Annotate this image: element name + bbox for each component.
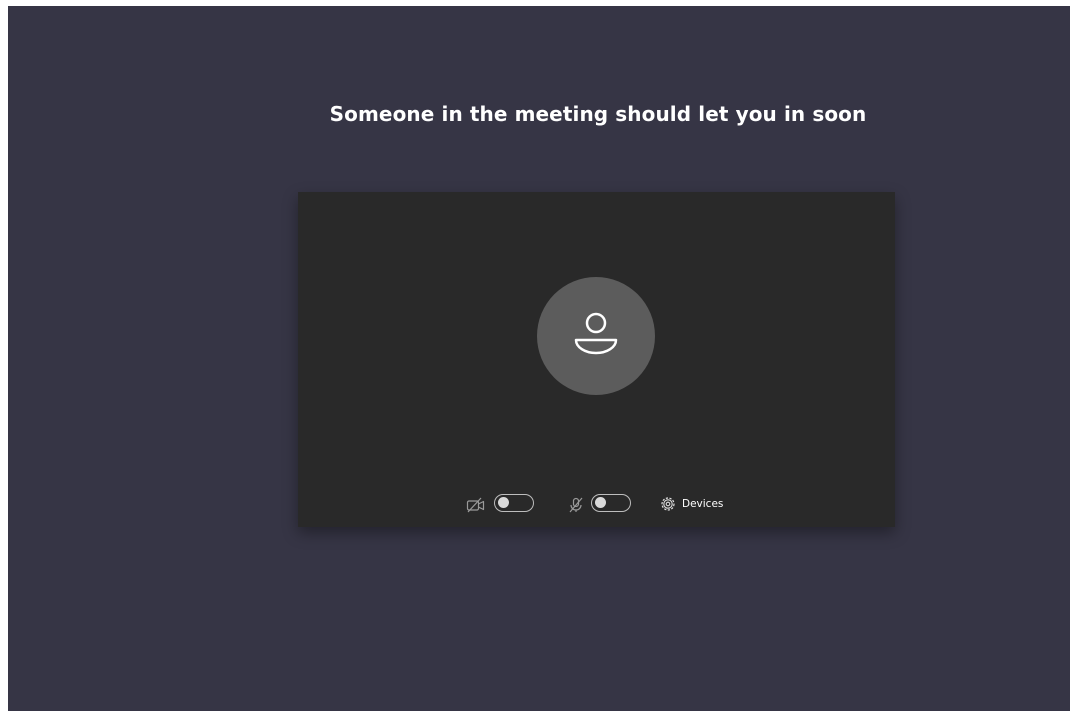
page-title: Someone in the meeting should let you in… xyxy=(329,102,867,126)
gear-icon xyxy=(661,497,675,511)
camera-toggle[interactable] xyxy=(494,494,534,512)
devices-button[interactable]: Devices xyxy=(660,493,723,515)
lobby-screen: Someone in the meeting should let you in… xyxy=(8,6,1070,711)
camera-off-icon xyxy=(466,497,485,513)
mic-off-icon xyxy=(569,497,583,513)
video-preview: Devices xyxy=(298,192,895,527)
device-controls: Devices xyxy=(298,491,895,519)
avatar xyxy=(537,277,655,395)
mic-toggle-knob xyxy=(595,497,606,508)
mic-toggle[interactable] xyxy=(591,494,631,512)
camera-toggle-knob xyxy=(498,497,509,508)
person-icon xyxy=(574,312,618,355)
devices-label: Devices xyxy=(682,498,724,510)
